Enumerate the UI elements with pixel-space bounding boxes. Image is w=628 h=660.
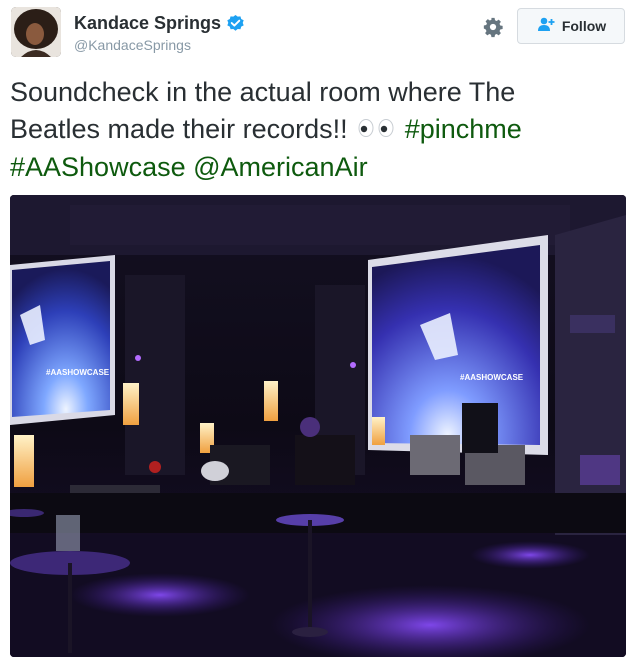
verified-badge-icon <box>226 14 245 33</box>
user-handle[interactable]: @KandaceSprings <box>74 37 191 53</box>
display-name[interactable]: Kandace Springs <box>74 13 221 34</box>
mention-americanair[interactable]: @AmericanAir <box>193 152 367 182</box>
tweet-header: Kandace Springs @KandaceSprings Follow <box>0 0 628 74</box>
left-screen-caption: #AASHOWCASE <box>46 368 110 377</box>
tweet-text: Soundcheck in the actual room where The … <box>10 74 610 186</box>
hashtag-pinchme[interactable]: #pinchme <box>405 114 522 144</box>
hashtag-aashowcase[interactable]: #AAShowcase <box>10 152 186 182</box>
avatar[interactable] <box>11 7 61 57</box>
gear-icon[interactable] <box>482 16 504 38</box>
name-row: Kandace Springs <box>74 13 245 34</box>
eyes-emoji-icon <box>357 112 395 149</box>
follow-label: Follow <box>561 18 607 34</box>
tweet-photo[interactable]: #AASHOWCASE #AASHOWCASE <box>10 195 626 657</box>
add-user-icon <box>536 16 556 37</box>
follow-button[interactable]: Follow <box>517 8 625 44</box>
right-screen-caption: #AASHOWCASE <box>460 373 524 382</box>
